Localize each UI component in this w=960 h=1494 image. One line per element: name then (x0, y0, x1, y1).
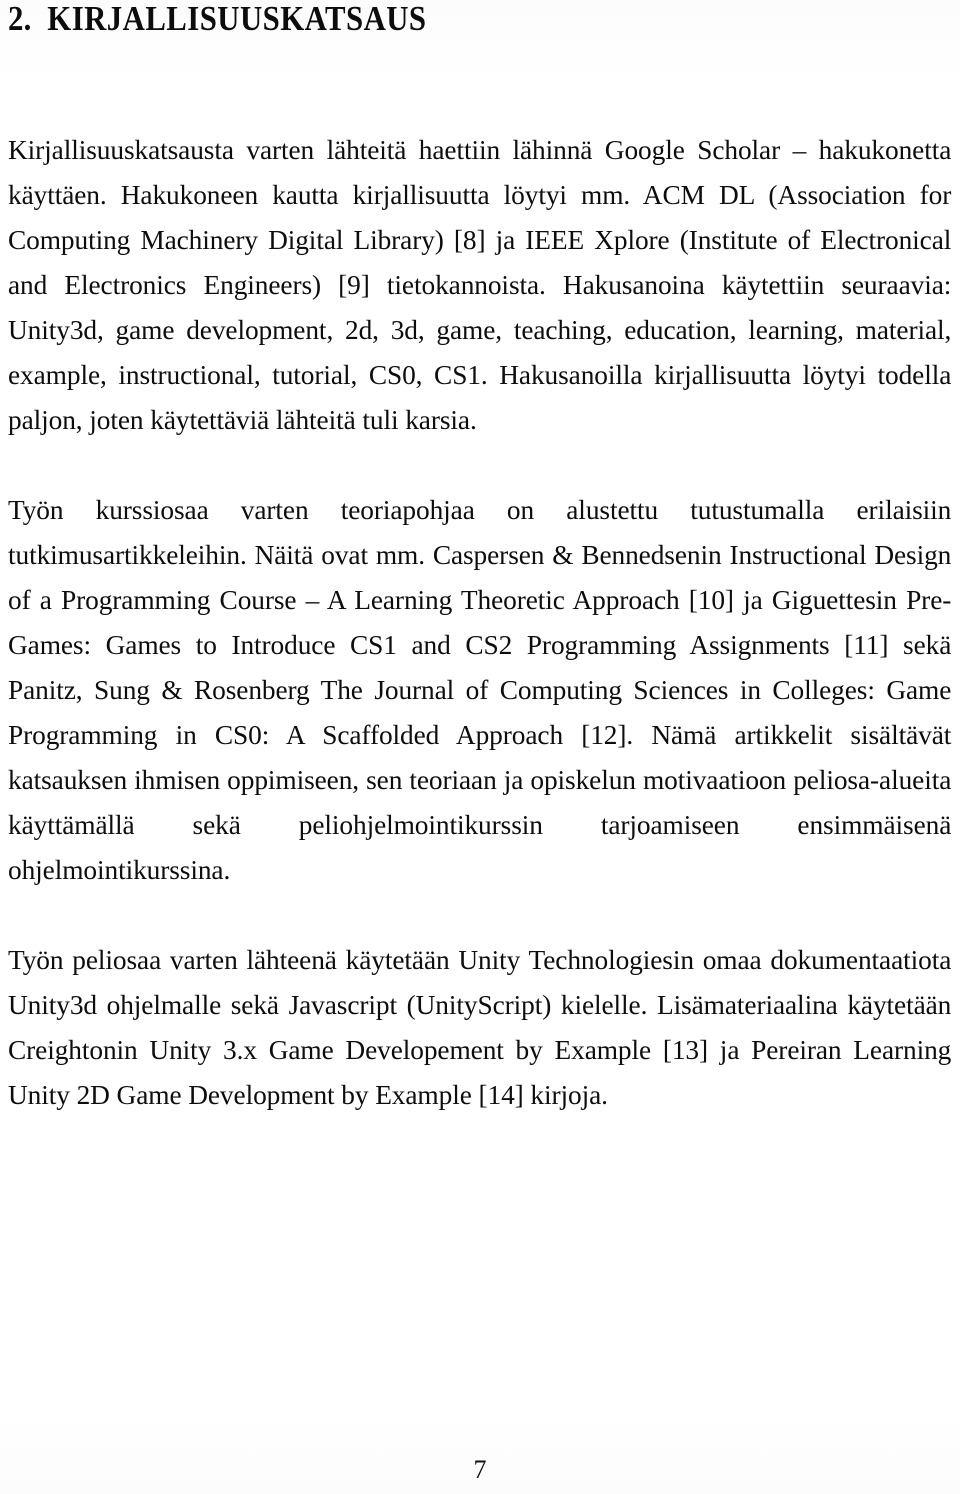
body-paragraph: Työn peliosaa varten lähteenä käytetään … (8, 937, 956, 1117)
body-paragraph: Kirjallisuuskatsausta varten lähteitä ha… (8, 127, 956, 442)
document-page: 2. KIRJALLISUUSKATSAUS Kirjallisuuskatsa… (0, 0, 960, 1494)
page-content: 2. KIRJALLISUUSKATSAUS Kirjallisuuskatsa… (8, 0, 956, 1117)
section-heading-text: KIRJALLISUUSKATSAUS (47, 0, 427, 38)
body-paragraph-text: Työn kurssiosaa varten teoriapohjaa on a… (8, 494, 952, 885)
section-heading-number: 2. (8, 0, 32, 38)
section-heading: 2. KIRJALLISUUSKATSAUS (8, 0, 842, 40)
body-paragraph: Työn kurssiosaa varten teoriapohjaa on a… (8, 487, 956, 892)
body-paragraph-text: Työn peliosaa varten lähteenä käytetään … (8, 944, 952, 1110)
page-number: 7 (473, 1455, 487, 1484)
body-paragraph-text: Kirjallisuuskatsausta varten lähteitä ha… (8, 134, 952, 435)
